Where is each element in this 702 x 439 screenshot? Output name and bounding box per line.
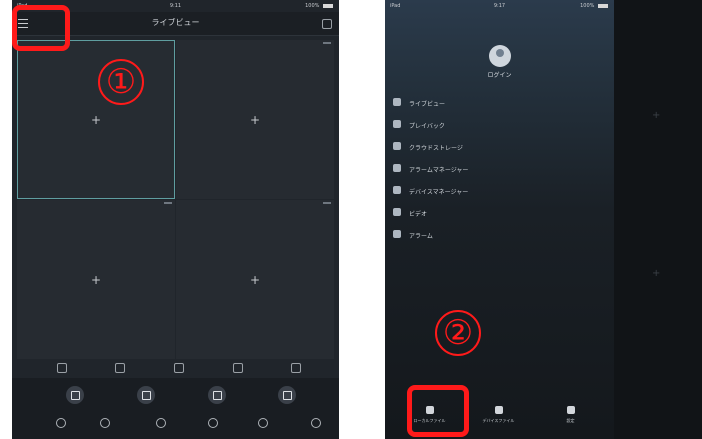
cloud-icon[interactable] (311, 418, 321, 428)
settings-button[interactable]: 設定 (548, 403, 593, 424)
add-camera-icon: + (90, 272, 102, 287)
alarm-icon (393, 230, 401, 238)
status-bar: iPad 9:17 100% (385, 0, 614, 12)
menu-item-label: ライブビュー (409, 101, 446, 108)
menu-item-device-manager[interactable]: デバイスマネージャー (385, 180, 614, 202)
battery-text: 100% (580, 3, 595, 9)
menu-item-label: アラーム (409, 233, 433, 240)
menu-item-label: ビデオ (409, 211, 428, 218)
layout-control-icon[interactable] (233, 363, 243, 373)
slot-indicator (323, 42, 331, 44)
search-icon[interactable] (156, 418, 166, 428)
favorite-control-icon[interactable] (291, 363, 301, 373)
device-files-icon (494, 406, 503, 414)
profile-area: ログイン (385, 45, 614, 79)
bottom-menu-label: デバイスファイル (482, 418, 515, 423)
add-camera-icon: + (249, 272, 261, 287)
snapshot-button[interactable] (137, 386, 155, 404)
menu-item-video[interactable]: ビデオ (385, 202, 614, 224)
battery-icon (323, 3, 333, 8)
camera-slot-4[interactable]: + (176, 200, 334, 359)
menu-item-alarm[interactable]: アラーム (385, 224, 614, 246)
audio-icon[interactable] (208, 418, 218, 428)
settings-icon[interactable] (100, 418, 110, 428)
function-icons (12, 418, 339, 432)
alarm-manager-icon (393, 164, 401, 172)
ptz-icon[interactable] (56, 418, 66, 428)
add-camera-icon: + (90, 112, 102, 127)
add-camera-icon: + (652, 268, 661, 279)
menu-item-label: アラームマネージャー (409, 167, 469, 174)
menu-highlight-box (12, 5, 70, 51)
camera-slot-2[interactable]: + (176, 40, 334, 199)
add-camera-icon: + (652, 110, 661, 121)
bottom-menu-label: 設定 (566, 418, 575, 423)
camera-grid: + + + + (17, 40, 334, 360)
slot-indicator (323, 202, 331, 204)
avatar-icon[interactable] (488, 45, 511, 67)
menu-item-live-view[interactable]: ライブビュー (385, 92, 614, 114)
menu-list: ライブビュー プレイバック クラウドストレージ アラームマネージャー デバイスマ… (385, 92, 614, 246)
live-view-screenshot: iPad 9:11 100% ライブビュー + + + + ① (12, 0, 339, 439)
local-files-highlight-box (407, 385, 469, 437)
step-marker-1: ① (98, 59, 144, 105)
battery-icon (598, 3, 608, 8)
settings-icon (566, 406, 575, 414)
menu-item-playback[interactable]: プレイバック (385, 114, 614, 136)
dimmed-content[interactable]: + + (614, 0, 702, 439)
camera-slot-3[interactable]: + (17, 200, 175, 359)
playback-controls (12, 362, 339, 376)
battery-indicator: 100% (305, 3, 333, 9)
snapshot-control-icon[interactable] (115, 363, 125, 373)
battery-indicator: 100% (580, 3, 608, 9)
menu-item-cloud-storage[interactable]: クラウドストレージ (385, 136, 614, 158)
camera-slot-1[interactable]: + (17, 40, 175, 199)
audio-control-icon[interactable] (174, 363, 184, 373)
side-drawer: iPad 9:17 100% ログイン ライブビュー プレイバック クラウドスト… (385, 0, 614, 439)
talk-button[interactable] (208, 386, 226, 404)
device-manager-icon (393, 186, 401, 194)
menu-item-alarm-manager[interactable]: アラームマネージャー (385, 158, 614, 180)
playback-icon (393, 120, 401, 128)
device-files-button[interactable]: デバイスファイル (476, 403, 521, 424)
step-marker-2: ② (435, 310, 481, 356)
slot-indicator (164, 202, 172, 204)
add-camera-icon: + (249, 112, 261, 127)
quality-button[interactable] (278, 386, 296, 404)
record-control-icon[interactable] (57, 363, 67, 373)
move-icon[interactable] (258, 418, 268, 428)
cloud-icon (393, 142, 401, 150)
menu-screenshot: iPad 9:17 100% ログイン ライブビュー プレイバック クラウドスト… (385, 0, 702, 439)
record-button[interactable] (66, 386, 84, 404)
battery-text: 100% (305, 3, 320, 9)
video-icon (393, 208, 401, 216)
camera-icon (393, 98, 401, 106)
edit-icon[interactable] (322, 19, 332, 29)
menu-item-label: プレイバック (409, 123, 445, 130)
menu-item-label: デバイスマネージャー (409, 189, 469, 196)
login-label[interactable]: ログイン (385, 70, 614, 79)
menu-item-label: クラウドストレージ (409, 145, 463, 152)
